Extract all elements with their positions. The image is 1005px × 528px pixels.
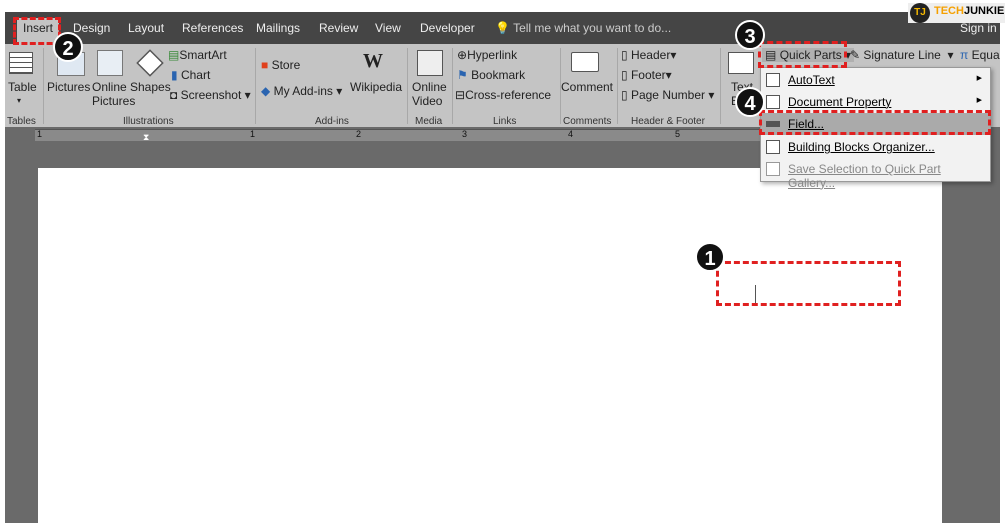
annotation-box-field — [759, 110, 991, 135]
signature-icon: ✎ — [850, 48, 861, 62]
equation-button[interactable]: π Equa — [960, 48, 1000, 62]
online-pictures-button[interactable]: Online Pictures — [92, 80, 135, 108]
step-1-badge: 1 — [695, 242, 725, 272]
annotation-box-quick-parts — [758, 41, 847, 68]
tab-mailings[interactable]: Mailings — [256, 21, 300, 35]
menu-item-building-blocks-organizer[interactable]: Building Blocks Organizer... — [761, 136, 990, 158]
online-pictures-icon — [97, 50, 123, 76]
page-number-icon: ▯ — [621, 88, 628, 102]
bookmark-button[interactable]: ⚑ Bookmark — [457, 68, 525, 82]
hyperlink-icon: ⊕ — [457, 48, 468, 62]
tell-me-text: Tell me what you want to do... — [513, 21, 672, 35]
tell-me-search[interactable]: 💡 Tell me what you want to do... — [495, 21, 671, 35]
group-media: Media — [415, 116, 443, 127]
logo-mark-icon: TJ — [910, 3, 930, 23]
footer-button[interactable]: ▯ Footer▾ — [621, 68, 672, 82]
tab-layout[interactable]: Layout — [128, 21, 164, 35]
online-video-icon — [417, 50, 443, 76]
cross-reference-button[interactable]: ⊟Cross-reference — [455, 88, 551, 102]
online-video-button[interactable]: Online Video — [412, 80, 447, 108]
screenshot-icon: ◘ — [170, 88, 178, 102]
table-button[interactable]: Table — [8, 80, 37, 94]
page-number-button[interactable]: ▯ Page Number ▾ — [621, 88, 714, 102]
wikipedia-button[interactable]: Wikipedia — [350, 80, 402, 94]
tab-design[interactable]: Design — [73, 21, 110, 35]
autotext-icon — [766, 73, 780, 87]
addins-icon: ◆ — [261, 84, 271, 98]
menu-item-autotext[interactable]: AutoText ▶ — [761, 69, 990, 91]
group-header-footer: Header & Footer — [631, 116, 705, 127]
store-icon: ■ — [261, 58, 269, 72]
comment-button[interactable]: Comment — [561, 80, 613, 94]
lightbulb-icon: 💡 — [495, 21, 510, 35]
shapes-button[interactable]: Shapes — [130, 80, 171, 94]
tab-view[interactable]: View — [375, 21, 401, 35]
group-addins: Add-ins — [315, 116, 349, 127]
store-button[interactable]: ■ Store — [261, 58, 300, 72]
document-property-icon — [766, 95, 780, 109]
shapes-icon — [136, 49, 164, 77]
indent-marker[interactable]: ⧗ — [143, 132, 149, 143]
smartart-button[interactable]: ▤SmartArt — [168, 48, 227, 62]
smartart-icon: ▤ — [168, 48, 180, 62]
signature-line-button[interactable]: ✎ Signature Line ▾ — [850, 48, 954, 62]
screenshot-button[interactable]: ◘ Screenshot ▾ — [170, 88, 251, 102]
chart-icon: ▮ — [171, 68, 178, 82]
logo-text-b: JUNKIE — [963, 5, 1005, 17]
document-page[interactable] — [38, 168, 942, 528]
group-tables: Tables — [7, 116, 36, 127]
annotation-box-text-location — [716, 261, 901, 306]
ribbon-tabs: Insert Design Layout References Mailings… — [5, 12, 1000, 44]
step-3-badge: 3 — [735, 20, 765, 50]
building-blocks-icon — [766, 140, 780, 154]
save-selection-icon — [766, 162, 780, 176]
header-icon: ▯ — [621, 48, 628, 62]
techjunkie-logo: TJ TECHJUNKIE — [908, 3, 1005, 23]
pictures-button[interactable]: Pictures — [47, 80, 90, 94]
wikipedia-icon: W — [363, 50, 383, 72]
cross-reference-icon: ⊟ — [455, 88, 466, 102]
group-comments: Comments — [563, 116, 612, 127]
chart-button[interactable]: ▮ Chart — [171, 68, 210, 82]
header-button[interactable]: ▯ Header▾ — [621, 48, 676, 62]
group-illustrations: Illustrations — [123, 116, 174, 127]
step-4-badge: 4 — [735, 87, 765, 117]
pi-icon: π — [960, 48, 969, 62]
hyperlink-button[interactable]: ⊕Hyperlink — [457, 48, 517, 62]
group-links: Links — [493, 116, 517, 127]
logo-text-a: TECH — [934, 5, 964, 17]
horizontal-ruler[interactable]: 1 ⧗ 1 2 3 4 5 — [35, 129, 760, 143]
my-addins-button[interactable]: ◆ My Add-ins ▾ — [261, 84, 342, 98]
comment-icon — [571, 52, 599, 72]
menu-item-save-selection: Save Selection to Quick Part Gallery... — [761, 158, 990, 190]
footer-icon: ▯ — [621, 68, 628, 82]
step-2-badge: 2 — [53, 32, 83, 62]
bookmark-icon: ⚑ — [457, 68, 468, 82]
tab-developer[interactable]: Developer — [420, 21, 475, 35]
tab-references[interactable]: References — [182, 21, 243, 35]
sign-in-link[interactable]: Sign in — [960, 21, 997, 35]
tab-review[interactable]: Review — [319, 21, 358, 35]
text-box-icon — [728, 52, 754, 74]
table-icon — [9, 52, 33, 74]
